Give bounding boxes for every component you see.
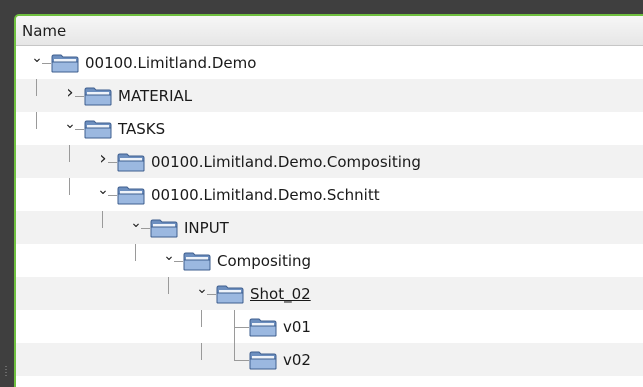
tree-row[interactable]: ⌄ Compositing xyxy=(16,244,643,277)
tree-connector xyxy=(135,244,136,261)
tree-connector xyxy=(75,95,84,97)
tree-connector xyxy=(102,211,103,228)
tree-connector xyxy=(201,310,202,327)
tree-item-label[interactable]: 00100.Limitland.Demo.Schnitt xyxy=(151,185,380,205)
tree-item-label[interactable]: 00100.Limitland.Demo xyxy=(85,53,256,73)
tree-item-label[interactable]: v01 xyxy=(283,317,311,337)
folder-icon xyxy=(84,86,112,106)
folder-icon xyxy=(216,284,244,304)
tree-connector xyxy=(69,145,70,162)
left-strip xyxy=(0,14,14,387)
folder-icon xyxy=(249,350,277,370)
folder-icon xyxy=(183,251,211,271)
tree-connector xyxy=(36,112,37,129)
tree-item-label[interactable]: TASKS xyxy=(118,119,165,139)
folder-icon xyxy=(117,185,145,205)
tree-connector xyxy=(168,277,169,294)
tree-connector xyxy=(42,62,51,64)
tree-connector xyxy=(234,359,249,361)
folder-icon xyxy=(84,119,112,139)
tree-panel: Name ⌄ 00100.Limitland.Demo › MATERIAL ⌄ TASK… xyxy=(14,14,643,387)
folder-icon xyxy=(51,53,79,73)
tree-connector xyxy=(108,161,117,163)
tree-connector xyxy=(201,343,202,360)
tree-connector xyxy=(36,79,37,96)
tree-connector xyxy=(108,194,117,196)
chevron-right-icon[interactable]: › xyxy=(63,83,77,101)
tree-connector xyxy=(75,128,84,130)
chevron-right-icon[interactable]: › xyxy=(96,149,110,167)
tree-row[interactable]: ⌄ INPUT xyxy=(16,211,643,244)
tree-row[interactable]: v02 xyxy=(16,343,643,376)
resize-grip-icon[interactable] xyxy=(5,366,7,376)
tree-row[interactable]: ⌄ Shot_02 xyxy=(16,277,643,310)
tree-item-label[interactable]: Shot_02 xyxy=(250,284,311,304)
tree-connector xyxy=(207,293,216,295)
tree-connector xyxy=(141,227,150,229)
tree-connector xyxy=(234,343,235,360)
tree-item-label[interactable]: v02 xyxy=(283,350,311,370)
folder-icon xyxy=(249,317,277,337)
top-bar xyxy=(0,0,643,14)
tree-row[interactable]: › 00100.Limitland.Demo.Compositing xyxy=(16,145,643,178)
tree-connector xyxy=(174,260,183,262)
tree-connector xyxy=(69,178,70,195)
tree-row[interactable]: ⌄ 00100.Limitland.Demo.Schnitt xyxy=(16,178,643,211)
tree-row[interactable]: ⌄ TASKS xyxy=(16,112,643,145)
tree-connector xyxy=(234,326,249,328)
tree-row[interactable]: › MATERIAL xyxy=(16,79,643,112)
tree-item-label[interactable]: 00100.Limitland.Demo.Compositing xyxy=(151,152,421,172)
tree-item-label[interactable]: Compositing xyxy=(217,251,311,271)
tree-item-label[interactable]: MATERIAL xyxy=(118,86,192,106)
column-header-name[interactable]: Name xyxy=(16,16,643,46)
tree-row[interactable]: v01 xyxy=(16,310,643,343)
tree-item-label[interactable]: INPUT xyxy=(184,218,229,238)
folder-icon xyxy=(117,152,145,172)
folder-icon xyxy=(150,218,178,238)
tree-row[interactable]: ⌄ 00100.Limitland.Demo xyxy=(16,46,643,79)
